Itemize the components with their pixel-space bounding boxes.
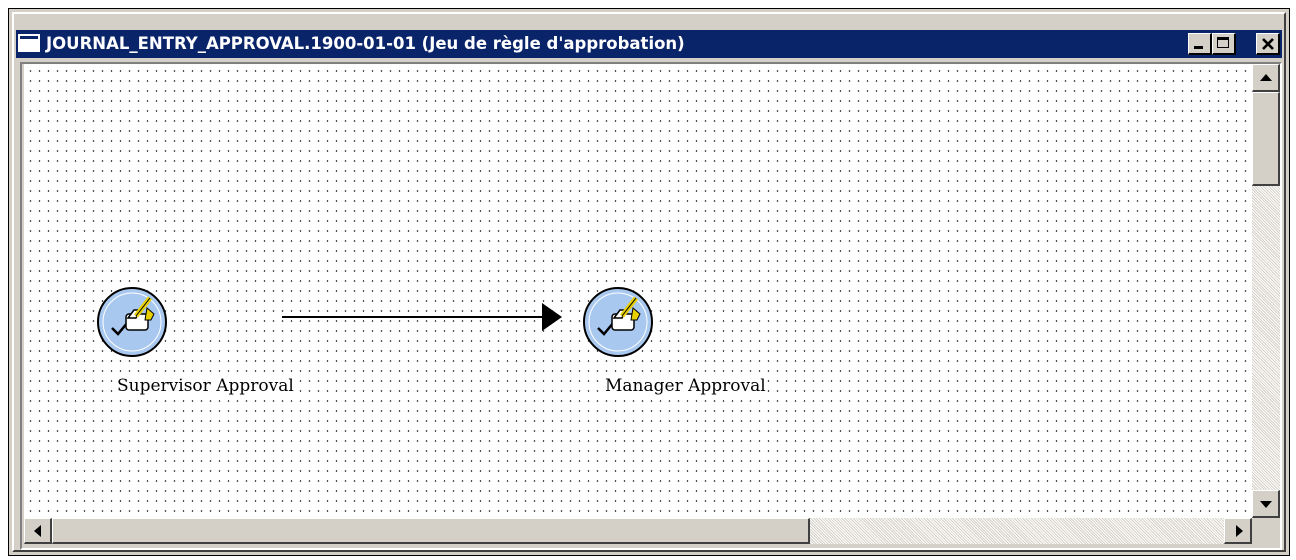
maximize-button[interactable] bbox=[1212, 33, 1236, 55]
scrollbar-corner bbox=[1252, 518, 1280, 544]
minimize-button[interactable] bbox=[1188, 33, 1212, 55]
horizontal-scrollbar[interactable] bbox=[24, 518, 1252, 544]
step-label: Manager Approval bbox=[604, 376, 767, 396]
close-button[interactable] bbox=[1256, 33, 1280, 55]
vertical-scroll-thumb[interactable] bbox=[1252, 92, 1280, 186]
vertical-scrollbar[interactable] bbox=[1252, 64, 1280, 518]
arrow-right-icon bbox=[542, 303, 562, 331]
arrow-down-icon bbox=[1260, 501, 1272, 508]
scroll-up-button[interactable] bbox=[1252, 64, 1280, 92]
scroll-right-button[interactable] bbox=[1224, 518, 1252, 544]
scroll-down-button[interactable] bbox=[1252, 490, 1280, 518]
connector-arrow[interactable] bbox=[280, 300, 580, 340]
step-label: Supervisor Approval bbox=[116, 376, 295, 396]
horizontal-scroll-thumb[interactable] bbox=[52, 518, 810, 544]
arrow-up-icon bbox=[1260, 74, 1272, 81]
approval-step-icon bbox=[97, 287, 167, 357]
diagram-canvas[interactable]: Supervisor Approval Manager Approval bbox=[24, 64, 1252, 518]
close-icon bbox=[1262, 38, 1274, 50]
window-icon bbox=[18, 34, 40, 52]
window-title: JOURNAL_ENTRY_APPROVAL.1900-01-01 (Jeu d… bbox=[46, 34, 685, 53]
scroll-left-button[interactable] bbox=[24, 518, 52, 544]
arrow-right-icon bbox=[1236, 525, 1243, 537]
arrow-left-icon bbox=[34, 525, 41, 537]
approval-step-icon bbox=[583, 287, 653, 357]
